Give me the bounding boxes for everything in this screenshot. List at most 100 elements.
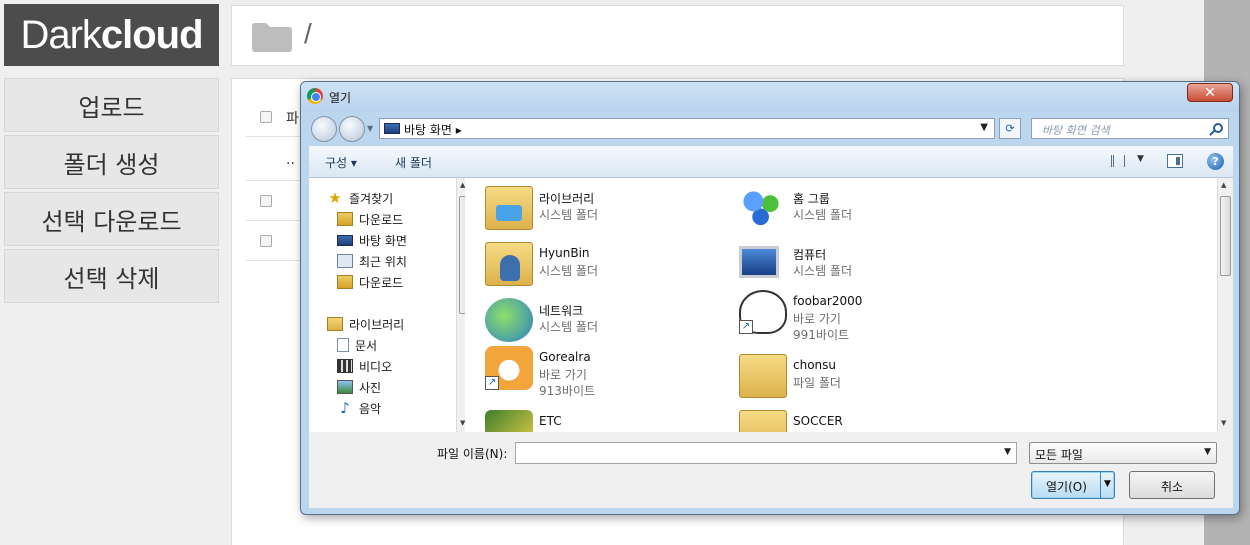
address-text: 바탕 화면 ▸: [404, 123, 462, 137]
filename-label: 파일 이름(N):: [437, 447, 508, 461]
search-placeholder: 바탕 화면 검색: [1042, 124, 1110, 137]
file-name: ETC: [539, 414, 562, 428]
navigation-row: ▼ 바탕 화면 ▸ ▼ ⟳ 바탕 화면 검색: [301, 112, 1239, 146]
scroll-up-icon[interactable]: ▲: [1221, 181, 1226, 189]
computer-icon: [739, 246, 779, 278]
file-type: 바로 가기: [539, 368, 587, 382]
search-icon[interactable]: [1213, 123, 1223, 133]
file-view: 라이브러리 시스템 폴더 홈 그룹 시스템 폴더 HyunBin 시스템 폴더 …: [465, 178, 1233, 432]
darkcloud-logo[interactable]: Dark cloud: [4, 4, 219, 66]
file-item[interactable]: chonsu 파일 폴더: [719, 348, 959, 404]
open-file-dialog: 열기 ✕ ▼ 바탕 화면 ▸ ▼ ⟳ 바탕 화면 검색 구성 ▾ 새 폴더 ▼: [300, 81, 1240, 515]
download-folder-icon: [337, 275, 353, 289]
new-folder-button[interactable]: 새 폴더: [395, 154, 432, 171]
preview-pane-icon[interactable]: [1167, 154, 1183, 168]
row-checkbox[interactable]: [260, 235, 272, 247]
nav-label: 다운로드: [359, 275, 404, 290]
close-button[interactable]: ✕: [1187, 83, 1233, 102]
history-dropdown-icon[interactable]: ▼: [367, 124, 373, 133]
recent-places-icon: [337, 254, 353, 268]
open-button-label: 열기(O): [1046, 480, 1087, 494]
file-item[interactable]: ↗ foobar2000 바로 가기 991바이트: [719, 284, 959, 342]
nav-documents[interactable]: 문서: [337, 335, 377, 355]
nav-label: 음악: [359, 401, 382, 416]
file-item[interactable]: HyunBin 시스템 폴더: [465, 236, 705, 292]
file-item[interactable]: 홈 그룹 시스템 폴더: [719, 180, 959, 236]
homegroup-icon: [739, 186, 787, 230]
file-name: 네트워크: [539, 304, 584, 318]
chevron-down-icon[interactable]: ▼: [980, 122, 988, 133]
download-selected-button[interactable]: 선택 다운로드: [4, 192, 219, 246]
create-folder-button[interactable]: 폴더 생성: [4, 135, 219, 189]
nav-downloads[interactable]: 다운로드: [337, 209, 403, 229]
documents-icon: [337, 338, 349, 352]
scroll-down-icon[interactable]: ▼: [1221, 419, 1226, 427]
back-arrow-icon[interactable]: [311, 116, 337, 142]
refresh-icon[interactable]: ⟳: [999, 118, 1021, 139]
file-name: 라이브러리: [539, 192, 595, 206]
scroll-thumb[interactable]: [1220, 196, 1231, 276]
file-item[interactable]: SOCCER: [719, 404, 959, 432]
chrome-icon: [307, 88, 323, 104]
download-folder-icon: [337, 212, 353, 226]
file-name: SOCCER: [793, 414, 843, 428]
nav-label: 라이브러리: [349, 317, 405, 332]
file-item[interactable]: 라이브러리 시스템 폴더: [465, 180, 705, 236]
nav-libraries[interactable]: 라이브러리: [327, 314, 404, 334]
file-type: 파일 폴더: [793, 376, 841, 390]
open-button[interactable]: 열기(O) ▼: [1031, 471, 1115, 499]
view-options-icon[interactable]: [1111, 155, 1125, 167]
address-bar[interactable]: 바탕 화면 ▸ ▼: [379, 118, 995, 139]
logo-text-dark: Dark: [20, 12, 101, 57]
chevron-down-icon[interactable]: ▼: [1204, 447, 1211, 457]
nav-music[interactable]: ♪ 음악: [337, 398, 381, 418]
folder-icon: [739, 354, 787, 398]
cancel-button[interactable]: 취소: [1129, 471, 1215, 499]
file-type: 시스템 폴더: [793, 264, 853, 278]
path-bar: /: [231, 5, 1124, 66]
forward-arrow-icon[interactable]: [339, 116, 365, 142]
navigation-pane: ★ 즐겨찾기 다운로드 바탕 화면 최근 위치 다운로드 라이브러리 문서 비디…: [309, 178, 472, 432]
file-name: HyunBin: [539, 246, 590, 260]
screen: Dark cloud / 업로드 폴더 생성 선택 다운로드 선택 삭제 파 ..…: [0, 0, 1250, 545]
nav-pictures[interactable]: 사진: [337, 377, 381, 397]
help-icon[interactable]: ?: [1207, 153, 1224, 170]
file-view-scrollbar[interactable]: ▲ ▼: [1217, 178, 1233, 432]
folder-icon: [252, 23, 292, 52]
nav-recent-places[interactable]: 최근 위치: [337, 251, 407, 271]
file-name: 홈 그룹: [793, 192, 830, 206]
chevron-down-icon[interactable]: ▼: [1137, 154, 1144, 164]
file-item[interactable]: ↗ Gorealra 바로 가기 913바이트: [465, 340, 705, 398]
nav-favorites[interactable]: ★ 즐겨찾기: [327, 188, 393, 208]
chevron-down-icon[interactable]: ▼: [1004, 447, 1011, 457]
file-item[interactable]: ETC: [465, 404, 705, 432]
file-name: chonsu: [793, 358, 837, 372]
dialog-titlebar[interactable]: 열기 ✕: [301, 82, 1239, 112]
file-type: 시스템 폴더: [539, 208, 599, 222]
delete-selected-button[interactable]: 선택 삭제: [4, 249, 219, 303]
nav-desktop[interactable]: 바탕 화면: [337, 230, 407, 250]
upload-button[interactable]: 업로드: [4, 78, 219, 132]
row-checkbox[interactable]: [260, 195, 272, 207]
row-checkbox[interactable]: [260, 111, 272, 123]
nav-downloads-2[interactable]: 다운로드: [337, 272, 403, 292]
nav-label: 비디오: [359, 359, 393, 374]
nav-label: 즐겨찾기: [349, 191, 394, 206]
cancel-button-label: 취소: [1160, 480, 1184, 494]
file-type: 시스템 폴더: [793, 208, 853, 222]
nav-video[interactable]: 비디오: [337, 356, 392, 376]
desktop-icon: [384, 123, 400, 134]
chevron-down-icon[interactable]: ▼: [1104, 479, 1111, 489]
file-type-select[interactable]: 모든 파일 ▼: [1029, 442, 1217, 464]
file-size: 913바이트: [539, 384, 596, 398]
folder-icon: [739, 410, 787, 432]
logo-text-cloud: cloud: [100, 12, 204, 57]
search-input[interactable]: 바탕 화면 검색: [1031, 118, 1229, 139]
filename-input[interactable]: ▼: [515, 442, 1017, 464]
organize-menu[interactable]: 구성 ▾: [325, 154, 357, 171]
shortcut-arrow-icon: ↗: [485, 376, 499, 390]
user-folder-icon: [485, 242, 533, 286]
file-type: 시스템 폴더: [539, 320, 599, 334]
library-folder-icon: [485, 186, 533, 230]
shortcut-arrow-icon: ↗: [739, 320, 753, 334]
